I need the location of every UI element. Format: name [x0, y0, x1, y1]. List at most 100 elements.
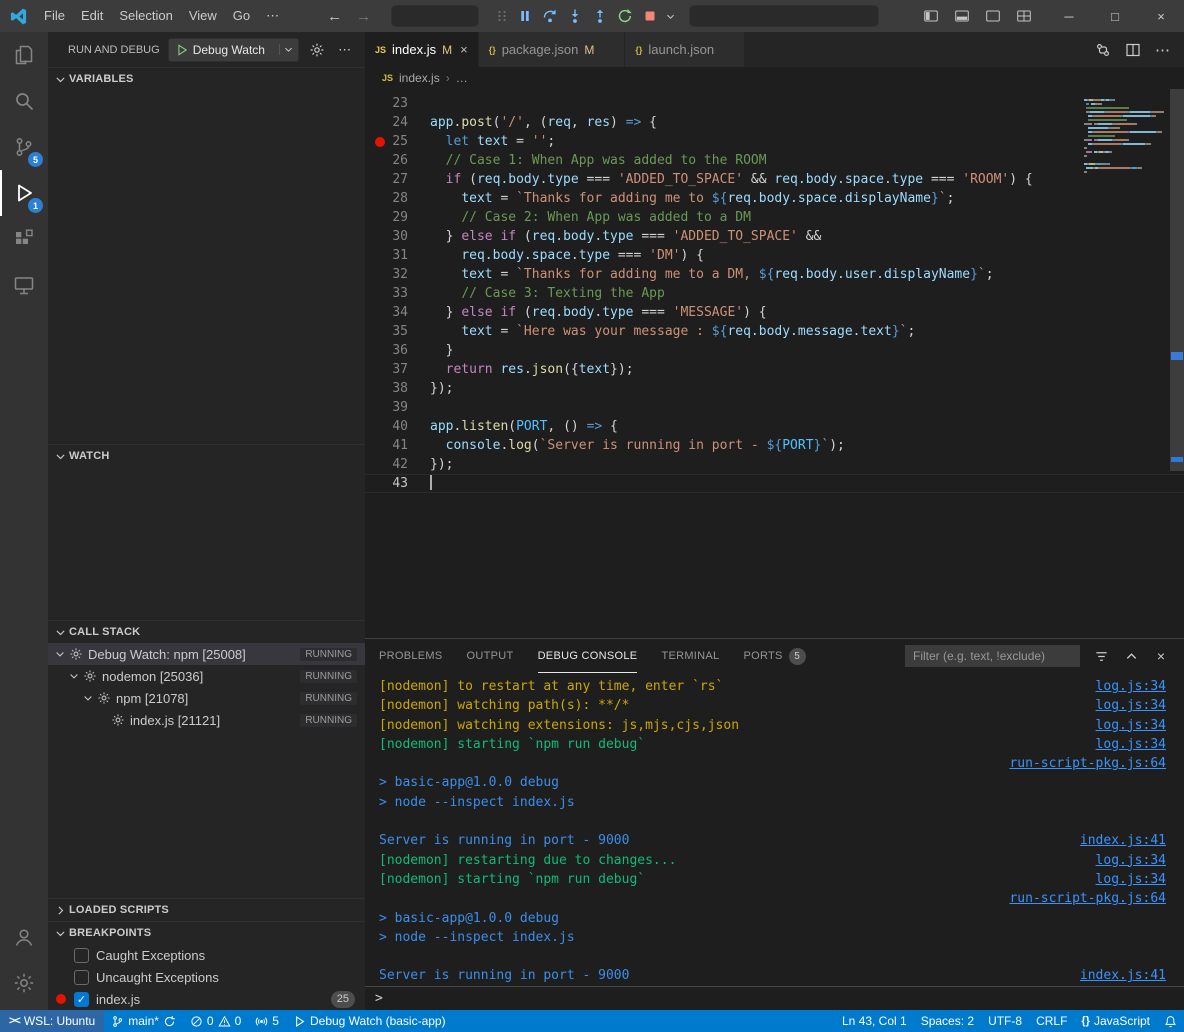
remote-indicator[interactable]: ><WSL: Ubuntu [0, 1010, 104, 1032]
menu-selection[interactable]: Selection [111, 5, 180, 27]
breadcrumb[interactable]: JS index.js › … [365, 67, 1184, 89]
start-debug-icon[interactable] [175, 43, 189, 57]
breakpoint-row[interactable]: ✓index.js25 [48, 988, 365, 1010]
code-line[interactable]: 39 [365, 398, 1184, 417]
line-number[interactable]: 26 [392, 151, 408, 170]
debug-step-into-button[interactable] [564, 5, 586, 27]
tab-launch-json[interactable]: {}launch.json [625, 32, 745, 67]
debug-pause-button[interactable] [514, 5, 536, 27]
code-text[interactable]: let text = ''; [430, 132, 1184, 151]
code-line[interactable]: 34 } else if (req.body.type === 'MESSAGE… [365, 303, 1184, 322]
code-text[interactable]: if (req.body.type === 'ADDED_TO_SPACE' &… [430, 170, 1184, 189]
notifications-bell-icon[interactable] [1157, 1010, 1184, 1032]
code-text[interactable]: // Case 3: Texting the App [430, 284, 1184, 303]
source-link[interactable]: index.js:41 [1080, 831, 1166, 850]
editor-scrollbar[interactable] [1170, 89, 1184, 638]
code-text[interactable] [430, 474, 1184, 493]
code-line[interactable]: 32 text = `Thanks for adding me to a DM,… [365, 265, 1184, 284]
code-line[interactable]: 23 [365, 94, 1184, 113]
code-editor[interactable]: 2324app.post('/', (req, res) => {25 let … [365, 89, 1184, 638]
problems-status[interactable]: 00 [183, 1010, 248, 1032]
panel-tab-ports[interactable]: PORTS5 [743, 639, 805, 673]
menu-edit[interactable]: Edit [73, 5, 111, 27]
chevron-down-icon[interactable] [66, 670, 82, 682]
code-line[interactable]: 28 text = `Thanks for adding me to ${req… [365, 189, 1184, 208]
code-text[interactable]: // Case 2: When App was added to a DM [430, 208, 1184, 227]
line-number[interactable]: 34 [392, 303, 408, 322]
code-line[interactable]: 26 // Case 1: When App was added to the … [365, 151, 1184, 170]
callstack-row[interactable]: index.js [21121]RUNNING [48, 709, 365, 731]
line-number[interactable]: 32 [392, 265, 408, 284]
code-line[interactable]: 41 console.log(`Server is running in por… [365, 436, 1184, 455]
code-text[interactable]: } [430, 341, 1184, 360]
code-text[interactable] [430, 94, 1184, 113]
line-number[interactable]: 41 [392, 436, 408, 455]
debug-step-out-button[interactable] [589, 5, 611, 27]
code-line[interactable]: 37 return res.json({text}); [365, 360, 1184, 379]
source-link[interactable]: log.js:34 [1096, 677, 1166, 696]
open-changes-icon[interactable] [1095, 42, 1111, 58]
debug-step-over-button[interactable] [539, 5, 561, 27]
source-link[interactable]: index.js:41 [1080, 966, 1166, 985]
source-link[interactable]: log.js:34 [1096, 851, 1166, 870]
debug-restart-button[interactable] [614, 5, 636, 27]
breadcrumb-file[interactable]: index.js [399, 71, 440, 85]
activity-explorer-icon[interactable] [0, 32, 48, 78]
code-line[interactable]: 25 let text = ''; [365, 132, 1184, 151]
menu-file[interactable]: File [36, 5, 73, 27]
code-line[interactable]: 30 } else if (req.body.type === 'ADDED_T… [365, 227, 1184, 246]
panel-tab-debug-console[interactable]: DEBUG CONSOLE [538, 639, 638, 673]
line-number[interactable]: 30 [392, 227, 408, 246]
panel-tab-output[interactable]: OUTPUT [467, 639, 514, 673]
more-actions-icon[interactable]: ⋯ [1155, 41, 1170, 59]
line-number[interactable]: 42 [392, 455, 408, 474]
branch-status[interactable]: main* [104, 1010, 183, 1032]
breakpoint-checkbox[interactable] [74, 948, 89, 963]
maximize-panel-icon[interactable] [1122, 647, 1140, 665]
cursor-position-status[interactable]: Ln 43, Col 1 [835, 1010, 914, 1032]
breakpoint-row[interactable]: Caught Exceptions [48, 944, 365, 966]
activity-accounts-icon[interactable] [0, 914, 48, 960]
breadcrumb-symbol[interactable]: … [456, 71, 468, 85]
panel-tab-terminal[interactable]: TERMINAL [661, 639, 719, 673]
indentation-status[interactable]: Spaces: 2 [914, 1010, 981, 1032]
code-text[interactable]: app.post('/', (req, res) => { [430, 113, 1184, 132]
callstack-row[interactable]: Debug Watch: npm [25008]RUNNING [48, 643, 365, 665]
line-number[interactable]: 37 [392, 360, 408, 379]
command-center-search[interactable] [689, 5, 879, 27]
debug-settings-gear-icon[interactable] [306, 39, 327, 61]
line-number[interactable]: 35 [392, 322, 408, 341]
code-text[interactable]: // Case 1: When App was added to the ROO… [430, 151, 1184, 170]
panel-tab-problems[interactable]: PROBLEMS [379, 639, 443, 673]
command-center-box[interactable] [391, 5, 479, 27]
breakpoint-row[interactable]: Uncaught Exceptions [48, 966, 365, 988]
variables-section-header[interactable]: VARIABLES [48, 68, 365, 90]
line-number[interactable]: 31 [392, 246, 408, 265]
toggle-secondary-sidebar-button[interactable] [985, 8, 1001, 24]
line-number[interactable]: 43 [392, 474, 408, 493]
activity-run-and-debug-icon[interactable]: 1 [0, 170, 48, 216]
code-text[interactable]: app.listen(PORT, () => { [430, 417, 1184, 436]
menu-more[interactable]: ⋯ [258, 5, 287, 27]
line-number[interactable]: 38 [392, 379, 408, 398]
activity-remote-explorer-icon[interactable] [0, 262, 48, 308]
line-number[interactable]: 28 [392, 189, 408, 208]
line-number[interactable]: 25 [392, 132, 408, 151]
eol-status[interactable]: CRLF [1029, 1010, 1074, 1032]
chevron-down-icon[interactable] [279, 44, 294, 55]
code-line[interactable]: 35 text = `Here was your message : ${req… [365, 322, 1184, 341]
line-number[interactable]: 24 [392, 113, 408, 132]
breakpoint-checkbox[interactable]: ✓ [74, 992, 89, 1007]
breakpoint-checkbox[interactable] [74, 970, 89, 985]
code-line[interactable]: 42}); [365, 455, 1184, 474]
activity-manage-icon[interactable] [0, 960, 48, 1006]
menu-go[interactable]: Go [225, 5, 258, 27]
code-text[interactable]: }); [430, 455, 1184, 474]
code-line[interactable]: 36 } [365, 341, 1184, 360]
breakpoints-section-header[interactable]: BREAKPOINTS [48, 922, 365, 944]
watch-section-header[interactable]: WATCH [48, 445, 365, 467]
line-number[interactable]: 39 [392, 398, 408, 417]
source-link[interactable]: log.js:34 [1096, 716, 1166, 735]
console-filter-input[interactable] [905, 645, 1080, 667]
toggle-primary-sidebar-button[interactable] [923, 8, 939, 24]
